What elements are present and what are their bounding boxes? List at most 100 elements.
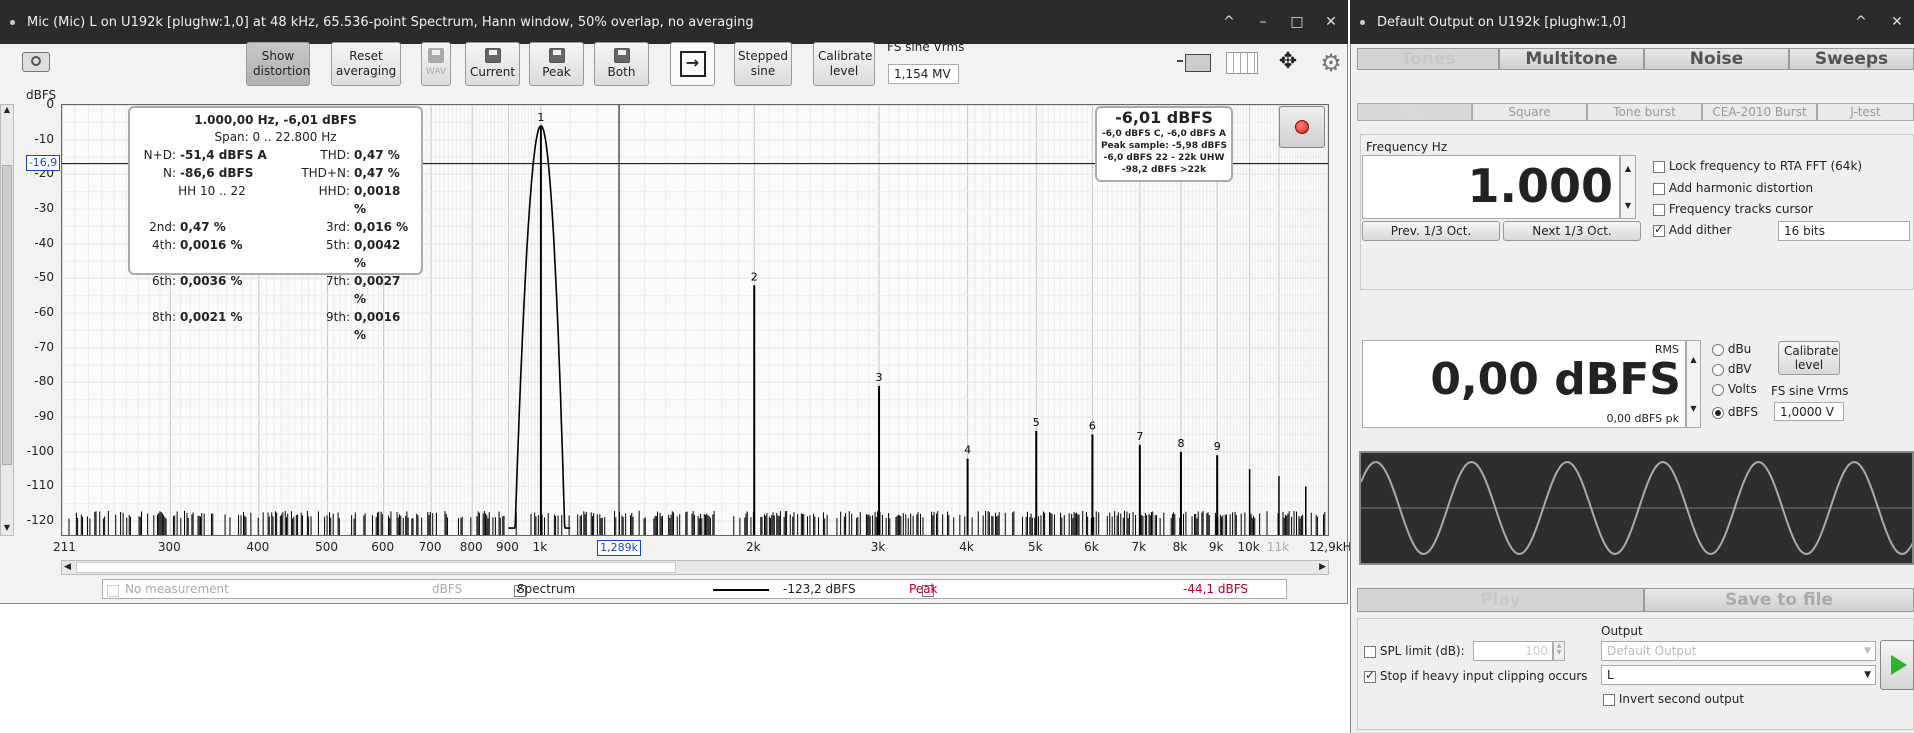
harmonic-label: 8	[1177, 437, 1184, 450]
subtab-square-label: Square	[1508, 105, 1551, 119]
add-dither-checkbox[interactable]	[1653, 222, 1665, 237]
subtab-sine[interactable]: Sine	[1357, 103, 1472, 121]
harmonic-label: 4	[964, 444, 971, 457]
fit-arrows-icon[interactable]: ✥	[1272, 50, 1304, 76]
output-device-select[interactable]: Default Output ▼	[1601, 641, 1876, 661]
subtab-tone-burst[interactable]: Tone burst	[1587, 103, 1702, 121]
lock-frequency-option[interactable]: Lock frequency to RTA FFT (64k)	[1653, 159, 1862, 173]
stats-label: 8th:	[152, 310, 176, 324]
unit-dbv-radio[interactable]	[1712, 363, 1724, 376]
unit-dbfs-option[interactable]: dBFS	[1712, 405, 1758, 419]
spl-limit-field[interactable]: 100	[1473, 641, 1553, 661]
calibrate-level-button-right[interactable]: Calibrate level	[1778, 341, 1840, 375]
fs-sine-right-label: FS sine Vrms	[1771, 384, 1849, 398]
frequency-spinner[interactable]: ▲ ▼	[1620, 155, 1636, 219]
tab-multitone[interactable]: Multitone	[1499, 48, 1644, 70]
stats-header: 1.000,00 Hz, -6,01 dBFS	[194, 113, 357, 127]
harmonic-label: 3	[876, 371, 883, 384]
x-tick-label: 400	[246, 540, 270, 554]
maximize-icon[interactable]: □	[1280, 14, 1314, 30]
stats-label: HH 10 .. 22	[178, 184, 246, 198]
subtab-j-test[interactable]: J-test	[1817, 103, 1914, 121]
close-icon[interactable]: ✕	[1880, 14, 1914, 30]
horizontal-scrollbar[interactable]: ◀ ▶	[61, 560, 1329, 575]
save-current-button[interactable]: Current	[465, 42, 520, 86]
unit-dbu-option[interactable]: dBu	[1712, 342, 1751, 356]
frequency-field[interactable]: 1.000	[1362, 155, 1620, 219]
add-dither-option[interactable]: Add dither	[1653, 222, 1731, 237]
vertical-scrollbar[interactable]: ▲ ▼	[0, 104, 14, 536]
save-both-button[interactable]: Both	[594, 42, 649, 86]
tab-sweeps[interactable]: Sweeps	[1789, 48, 1914, 70]
fundamental-skirt	[508, 124, 571, 529]
shade-icon[interactable]: ^	[1844, 14, 1878, 30]
x-tick-label: 300	[157, 540, 181, 554]
stats-label: N+D:	[143, 148, 176, 162]
spl-limit-checkbox[interactable]	[1364, 645, 1376, 658]
invert-second-checkbox[interactable]	[1603, 693, 1615, 706]
fs-sine-field[interactable]: 1,154 MV	[888, 64, 959, 84]
harmonic-label: 6	[1089, 419, 1096, 432]
stop-clipping-option[interactable]: Stop if heavy input clipping occurs	[1364, 668, 1588, 683]
level-box: -6,01 dBFS -6,0 dBFS C, -6,0 dBFS A Peak…	[1095, 106, 1233, 182]
subtab-cea-burst[interactable]: CEA-2010 Burst	[1702, 103, 1817, 121]
invert-second-option[interactable]: Invert second output	[1603, 692, 1744, 706]
unit-volts-option[interactable]: Volts	[1712, 382, 1757, 396]
columns-icon[interactable]	[1226, 52, 1258, 74]
play-start-button[interactable]	[1880, 640, 1914, 690]
save-to-file-label: Save to file	[1725, 590, 1833, 610]
stats-value: 0,0027 %	[354, 274, 401, 306]
spl-limit-option[interactable]: SPL limit (dB):	[1364, 644, 1465, 658]
calibrate-level-button[interactable]: Calibrate level	[813, 42, 875, 86]
x-tick-label: 9k	[1208, 540, 1224, 554]
add-harmonic-checkbox[interactable]	[1653, 182, 1665, 195]
gear-icon[interactable]: ⚙	[1318, 50, 1344, 76]
level-field[interactable]: RMS 0,00 dBFS 0,00 dBFS pk	[1362, 340, 1686, 428]
window-menu-dot[interactable]	[1360, 19, 1365, 25]
show-distortion-button[interactable]: Show distortion	[246, 42, 310, 86]
prev-third-octave-button[interactable]: Prev. 1/3 Oct.	[1362, 221, 1500, 241]
minimize-icon[interactable]: –	[1246, 14, 1280, 30]
unit-dbfs-radio[interactable]	[1712, 406, 1724, 419]
unit-volts-radio[interactable]	[1712, 383, 1724, 396]
tab-tones[interactable]: Tones	[1357, 48, 1499, 70]
subtab-square[interactable]: Square	[1472, 103, 1587, 121]
play-button[interactable]: Play	[1357, 588, 1644, 612]
record-button[interactable]	[1279, 106, 1325, 148]
harmonic-label: 2	[751, 270, 758, 283]
close-icon[interactable]: ✕	[1314, 14, 1348, 30]
add-harmonic-option[interactable]: Add harmonic distortion	[1653, 181, 1813, 195]
stats-value: -86,6 dBFS	[180, 166, 254, 180]
unit-dbu-radio[interactable]	[1712, 343, 1724, 356]
save-peak-button[interactable]: Peak	[529, 42, 584, 86]
import-icon: →	[679, 51, 706, 77]
save-to-file-button[interactable]: Save to file	[1644, 588, 1914, 612]
import-button[interactable]: →	[670, 42, 715, 86]
stats-label: 9th:	[326, 310, 350, 324]
unit-dbv-option[interactable]: dBV	[1712, 362, 1752, 376]
wav-button[interactable]: WAV	[421, 42, 451, 86]
spl-spinner[interactable]: ▲ ▼	[1553, 641, 1565, 661]
lock-frequency-checkbox[interactable]	[1653, 160, 1665, 173]
window-menu-dot[interactable]	[10, 19, 15, 25]
freq-tracks-checkbox[interactable]	[1653, 203, 1665, 216]
channel-select[interactable]: L ▼	[1601, 665, 1876, 685]
stop-clipping-checkbox[interactable]	[1364, 668, 1376, 683]
reset-averaging-button[interactable]: Reset averaging	[331, 42, 401, 86]
camera-icon[interactable]	[22, 52, 50, 72]
x-tick-label: 500	[315, 540, 338, 554]
chevron-down-icon: ▼	[1864, 646, 1871, 656]
freq-tracks-option[interactable]: Frequency tracks cursor	[1653, 202, 1813, 216]
level-spinner[interactable]: ▲ ▼	[1686, 340, 1701, 428]
shade-icon[interactable]: ^	[1212, 14, 1246, 30]
stepped-sine-button[interactable]: Stepped sine	[734, 42, 792, 86]
next-third-octave-button[interactable]: Next 1/3 Oct.	[1503, 221, 1641, 241]
dither-bits-field[interactable]: 16 bits	[1778, 221, 1910, 241]
view-layout-icon[interactable]	[1177, 52, 1213, 74]
stats-value: -51,4 dBFS A	[180, 148, 267, 162]
y-tick-label: -120	[26, 513, 54, 528]
tab-noise[interactable]: Noise	[1644, 48, 1789, 70]
no-measurement-checkbox[interactable]	[107, 584, 119, 597]
fs-sine-right-field[interactable]: 1,0000 V	[1774, 402, 1844, 421]
subtab-tone-burst-label: Tone burst	[1613, 105, 1676, 119]
